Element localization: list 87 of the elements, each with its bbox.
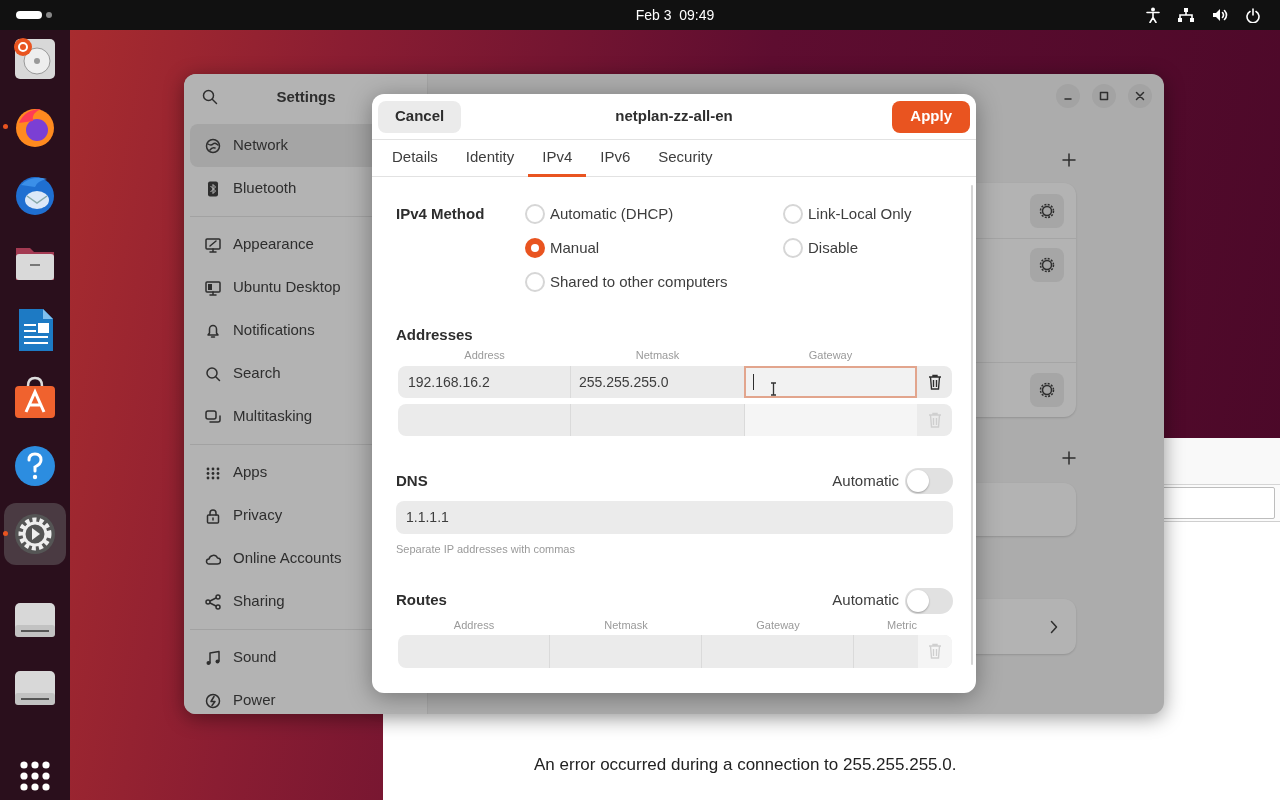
radio-button[interactable] — [525, 238, 545, 258]
windows-icon — [205, 408, 221, 425]
apply-button[interactable]: Apply — [892, 100, 970, 133]
address-field[interactable]: 192.168.16.2 — [398, 366, 571, 398]
radio-option[interactable]: Link-Local Only — [783, 203, 953, 225]
text-cursor-icon — [770, 382, 777, 396]
column-header: Netmask — [634, 348, 681, 362]
gateway-field[interactable] — [744, 404, 917, 436]
trash-icon — [928, 643, 942, 659]
sidebar-item[interactable]: Sound — [190, 636, 421, 679]
minimize-button[interactable] — [1056, 84, 1080, 108]
workspace-indicator-icon — [16, 11, 52, 19]
music-note-icon — [205, 649, 221, 666]
toggle-label: Automatic — [832, 590, 899, 611]
dock-item[interactable] — [4, 502, 66, 565]
dns-field[interactable]: 1.1.1.1 — [396, 501, 953, 534]
radio-button[interactable] — [525, 272, 545, 292]
close-icon — [1134, 90, 1146, 102]
volume-icon — [1212, 8, 1228, 22]
bluetooth-icon — [205, 180, 221, 197]
trash-icon — [927, 412, 942, 428]
column-header: Address — [463, 348, 506, 362]
sidebar-title: Settings — [275, 86, 337, 107]
monitor-icon — [205, 236, 221, 253]
text-caret — [753, 374, 754, 390]
maximize-icon — [1098, 90, 1110, 102]
network-icon — [1178, 8, 1194, 22]
section-label: Addresses — [396, 325, 474, 345]
column-header: Metric — [886, 617, 918, 632]
toggle-label: Automatic — [832, 470, 899, 491]
sidebar-item[interactable]: Ubuntu Desktop — [190, 266, 421, 309]
options-button[interactable] — [1030, 248, 1064, 282]
power-icon — [205, 692, 221, 709]
options-button[interactable] — [1030, 193, 1064, 228]
tab[interactable]: IPv4 — [528, 140, 587, 177]
radio-option[interactable]: Manual — [525, 237, 783, 259]
column-header: Gateway — [807, 348, 854, 362]
scrollbar[interactable] — [971, 185, 973, 665]
radio-option[interactable]: Automatic (DHCP) — [525, 203, 783, 225]
trash-icon — [927, 374, 942, 390]
column-header: Netmask — [603, 617, 649, 632]
sidebar-item[interactable]: Multitasking — [190, 395, 421, 438]
radio-button[interactable] — [783, 204, 803, 224]
field-hint: Separate IP addresses with commas — [396, 542, 576, 557]
search-icon — [205, 365, 221, 382]
netmask-field[interactable]: 255.255.255.0 — [571, 366, 744, 398]
search-icon — [202, 89, 218, 105]
options-button[interactable] — [1030, 373, 1064, 407]
minimize-icon — [1064, 98, 1072, 100]
tab[interactable]: IPv6 — [586, 140, 645, 177]
radio-option[interactable]: Shared to other computers — [525, 271, 783, 293]
maximize-button[interactable] — [1092, 84, 1116, 108]
sidebar-item[interactable]: Appearance — [190, 223, 421, 266]
plus-icon — [1062, 153, 1076, 167]
tab[interactable]: Security — [644, 140, 727, 177]
lock-icon — [205, 507, 221, 524]
close-button[interactable] — [1128, 84, 1152, 108]
radio-button[interactable] — [525, 204, 545, 224]
cancel-button[interactable]: Cancel — [378, 100, 462, 133]
accessibility-icon — [1146, 7, 1160, 23]
share-icon — [205, 593, 221, 610]
section-label: IPv4 Method — [396, 204, 486, 224]
clock[interactable]: Feb 3 09:49 — [600, 4, 750, 26]
column-header: Gateway — [755, 617, 801, 632]
radio-button[interactable] — [783, 238, 803, 258]
app-grid-icon — [20, 761, 50, 792]
bell-icon — [205, 322, 221, 339]
toggle-switch[interactable] — [905, 468, 953, 494]
globe-icon — [205, 137, 221, 154]
radio-option[interactable]: Disable — [783, 237, 953, 259]
section-label: Routes — [396, 590, 447, 611]
tab[interactable]: Identity — [451, 140, 529, 177]
plus-icon — [1062, 451, 1076, 465]
power-icon — [1246, 7, 1260, 23]
sidebar-item[interactable]: Power — [190, 679, 421, 714]
chevron-right-icon — [1050, 619, 1058, 634]
dialog-title: netplan-zz-all-en — [614, 106, 734, 127]
gear-icon — [1038, 381, 1056, 399]
monitor-icon — [205, 279, 221, 296]
gear-icon — [1038, 201, 1056, 220]
error-message: An error occurred during a connection to 255.255.255.0. — [534, 754, 958, 776]
section-label: DNS — [396, 470, 428, 491]
toggle-switch[interactable] — [905, 587, 953, 614]
search-button[interactable] — [200, 87, 220, 107]
column-header: Address — [452, 617, 496, 632]
gateway-field[interactable] — [744, 366, 917, 398]
gear-icon — [1038, 256, 1056, 274]
